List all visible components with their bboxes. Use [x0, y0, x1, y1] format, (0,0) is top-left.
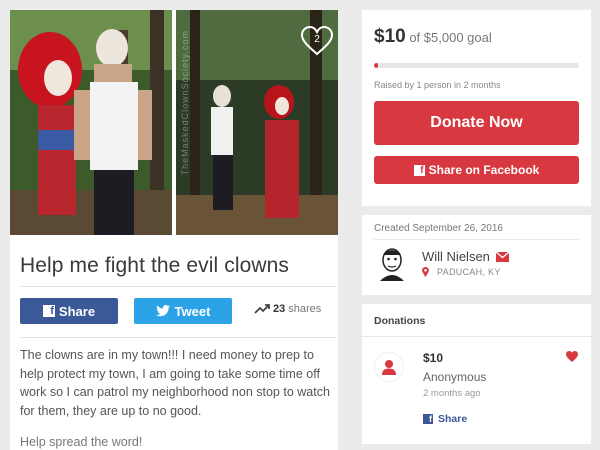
campaign-story-more: Help spread the word!: [20, 435, 143, 449]
organizer-location-text: PADUCAH, KY: [437, 267, 501, 277]
organizer-name[interactable]: Will Nielsen: [422, 249, 490, 264]
organizer-name-row: Will Nielsen: [422, 249, 509, 264]
facebook-share-button[interactable]: f Share: [20, 298, 118, 324]
donation-panel: $10 of $5,000 goal Raised by 1 person in…: [362, 10, 591, 206]
tweet-button[interactable]: Tweet: [134, 298, 232, 324]
shares-number: 23: [273, 303, 286, 315]
organizer-card: Created September 26, 2016 Will Nielsen …: [362, 215, 591, 295]
trending-icon: [254, 304, 270, 314]
map-pin-icon: [422, 267, 429, 277]
campaign-photo[interactable]: TheMaskedClownSociety.com 2: [10, 10, 338, 235]
heart-badge[interactable]: 2: [300, 26, 334, 56]
donor-name: Anonymous: [423, 370, 487, 384]
facebook-icon: f: [423, 414, 433, 424]
created-date: Created September 26, 2016: [374, 223, 503, 234]
divider: [374, 239, 579, 240]
facebook-share-label: Share: [58, 303, 96, 319]
campaign-story: The clowns are in my town!!! I need mone…: [20, 348, 330, 418]
raised-by-text: Raised by 1 person in 2 months: [374, 80, 501, 90]
donation-time: 2 months ago: [423, 388, 481, 399]
donations-header: Donations: [374, 315, 426, 327]
photo-watermark: TheMaskedClownSociety.com: [180, 30, 190, 176]
person-icon: [382, 359, 396, 375]
donate-now-button[interactable]: Donate Now: [374, 101, 579, 145]
facebook-icon: f: [413, 164, 425, 176]
goal-text: of $5,000 goal: [409, 30, 492, 45]
goal-progress-bar: [374, 63, 579, 68]
share-on-facebook-label: Share on Facebook: [428, 163, 540, 177]
campaign-card: TheMaskedClownSociety.com 2 Help me figh…: [10, 10, 338, 450]
share-on-facebook-button[interactable]: f Share on Facebook: [374, 156, 579, 184]
goal-progress-fill: [374, 63, 379, 68]
divider: [20, 337, 336, 338]
heart-icon[interactable]: [566, 351, 578, 362]
divider: [362, 336, 591, 337]
divider: [20, 286, 336, 287]
tweet-label: Tweet: [174, 303, 211, 319]
facebook-icon: f: [42, 305, 55, 317]
heart-count: 2: [314, 34, 320, 45]
organizer-avatar[interactable]: [374, 245, 410, 281]
organizer-location: PADUCAH, KY: [422, 267, 501, 277]
donor-avatar: [374, 352, 404, 382]
donation-amount: $10: [423, 351, 444, 365]
twitter-icon: [155, 305, 170, 317]
envelope-icon[interactable]: [495, 251, 509, 262]
campaign-photo-image: [10, 10, 338, 235]
donations-card: Donations $10 Anonymous 2 months ago f S…: [362, 304, 591, 444]
page-title: Help me fight the evil clowns: [20, 254, 290, 277]
goal-amount: $10 of $5,000 goal: [374, 26, 492, 48]
raised-amount: $10: [374, 26, 406, 47]
donation-share-button[interactable]: f Share: [423, 413, 467, 425]
share-count: 23 shares: [254, 303, 321, 315]
shares-label: shares: [288, 303, 322, 315]
donation-share-label: Share: [438, 413, 468, 425]
